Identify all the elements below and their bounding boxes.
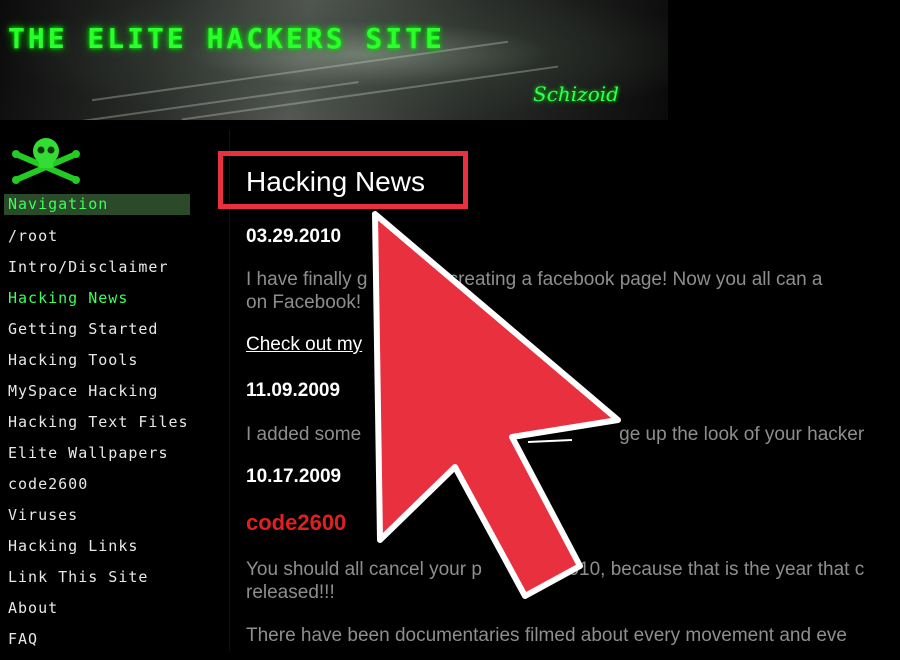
sidebar-item-elite-wallpapers[interactable]: Elite Wallpapers bbox=[8, 443, 189, 474]
news-text: I added some ge up the look of your hacke… bbox=[246, 423, 864, 446]
news-text-part: 2010, because that is the year that c bbox=[557, 559, 865, 580]
site-title: THE ELITE HACKERS SITE bbox=[8, 22, 445, 55]
news-text-part: I have finally g bbox=[246, 269, 368, 290]
site-signature: Schizoid bbox=[533, 82, 619, 106]
code2600-heading[interactable]: code2600 bbox=[246, 510, 346, 536]
facebook-link[interactable]: Check out my bbox=[246, 334, 362, 356]
news-text: I have finally g to creating a facebook p… bbox=[246, 268, 823, 291]
sidebar-item-hacking-news[interactable]: Hacking News bbox=[8, 288, 189, 319]
sidebar-item-getting-started[interactable]: Getting Started bbox=[8, 319, 189, 350]
news-text: released!!! bbox=[246, 582, 335, 603]
sidebar-item-myspace-hacking[interactable]: MySpace Hacking bbox=[8, 381, 189, 412]
sidebar-item-code2600[interactable]: code2600 bbox=[8, 474, 189, 505]
sidebar-item-hacking-links[interactable]: Hacking Links bbox=[8, 536, 189, 567]
title-highlight-box bbox=[218, 151, 468, 209]
sidebar-item-root[interactable]: /root bbox=[8, 226, 189, 257]
nav-list: /root Intro/Disclaimer Hacking News Getting… bbox=[8, 226, 189, 660]
sidebar-item-hacking-text-files[interactable]: Hacking Text Files bbox=[8, 412, 189, 443]
news-date: 03.29.2010 bbox=[246, 226, 342, 247]
news-text: on Facebook! bbox=[246, 292, 362, 313]
news-date: 11.09.2009 bbox=[246, 380, 341, 401]
news-text-part: I added some bbox=[246, 424, 362, 445]
skull-crossbones-icon bbox=[12, 138, 80, 184]
sidebar-item-viruses[interactable]: Viruses bbox=[8, 505, 189, 536]
news-text-part: to creating a facebook page! Now you all… bbox=[427, 269, 823, 290]
sidebar-item-about[interactable]: About bbox=[8, 598, 189, 629]
banner-streak bbox=[181, 65, 559, 120]
nav-header: Navigation bbox=[4, 194, 190, 215]
sidebar-item-faq[interactable]: FAQ bbox=[8, 629, 189, 660]
news-text: There have been documentaries filmed abo… bbox=[246, 625, 847, 646]
sidebar-item-hacking-tools[interactable]: Hacking Tools bbox=[8, 350, 189, 381]
sidebar-item-intro-disclaimer[interactable]: Intro/Disclaimer bbox=[8, 257, 189, 288]
header-banner: THE ELITE HACKERS SITE Schizoid bbox=[0, 0, 668, 120]
header-right-blank bbox=[668, 0, 900, 120]
news-date: 10.17.2009 bbox=[246, 466, 342, 487]
news-text-part: ge up the look of your hacker bbox=[619, 424, 865, 445]
news-text: You should all cancel your p 2010, becaus… bbox=[246, 558, 864, 581]
sidebar-item-link-this-site[interactable]: Link This Site bbox=[8, 567, 189, 598]
news-text-part: You should all cancel your p bbox=[246, 559, 482, 580]
